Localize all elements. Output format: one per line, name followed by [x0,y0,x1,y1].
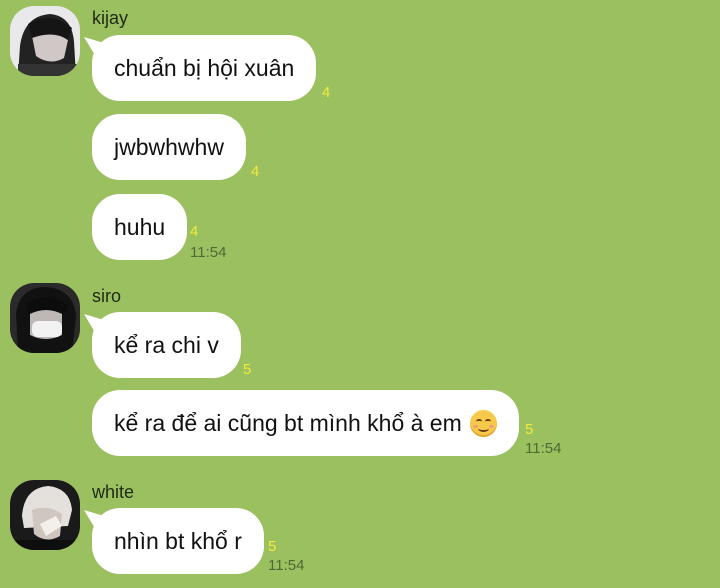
message-text: jwbwhwhw [114,133,224,160]
read-count: 4 [251,163,260,180]
avatar-siro[interactable] [10,283,80,353]
read-count: 5 [525,421,534,438]
smiling-face-emoji [469,409,497,437]
read-count: 4 [190,223,199,240]
message-bubble[interactable]: kể ra để ai cũng bt mình khổ à em [92,390,519,456]
avatar-white[interactable] [10,480,80,550]
message-text: chuẩn bị hội xuân [114,54,295,81]
message-text: nhìn bt khổ r [114,527,242,554]
sender-name: siro [92,286,122,306]
timestamp: 11:54 [525,440,562,457]
timestamp: 11:54 [268,557,305,574]
read-count: 5 [243,361,252,378]
message-text: huhu [114,213,166,240]
message-bubble[interactable]: chuẩn bị hội xuân [92,35,317,101]
avatar-kijay[interactable] [10,6,80,76]
read-count: 4 [322,84,331,101]
message-bubble[interactable]: huhu [92,194,188,260]
message-bubble[interactable]: kể ra chi v [92,312,241,378]
message-text: kể ra chi v [114,331,219,358]
message-bubble[interactable]: nhìn bt khổ r [92,508,264,574]
sender-name: white [92,482,135,502]
message-bubble[interactable]: jwbwhwhw [92,114,246,180]
timestamp: 11:54 [190,244,227,261]
read-count: 5 [268,538,277,555]
message-text: kể ra để ai cũng bt mình khổ à em [114,409,462,436]
sender-name: kijay [92,8,129,28]
